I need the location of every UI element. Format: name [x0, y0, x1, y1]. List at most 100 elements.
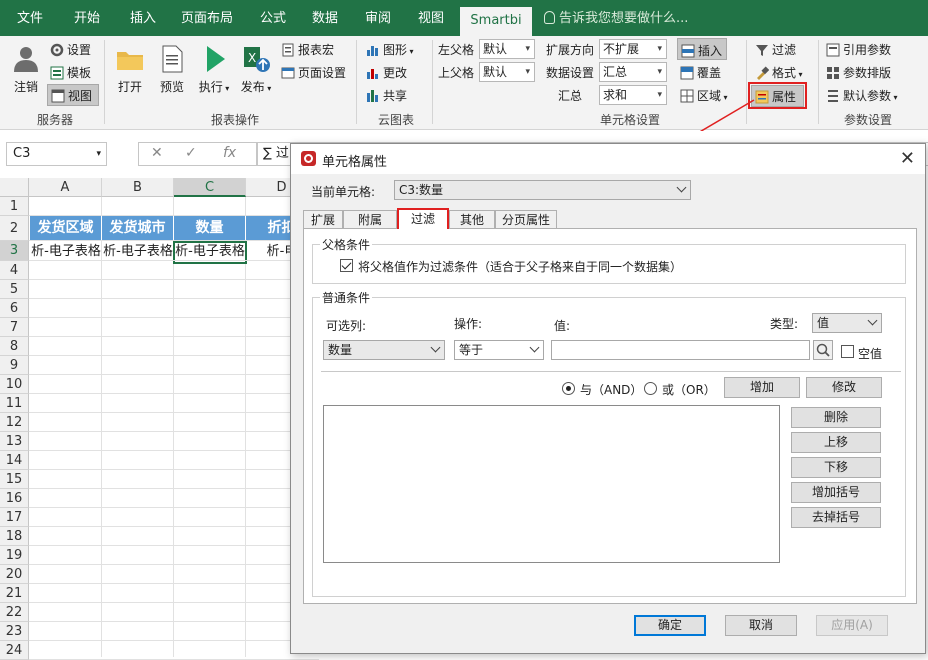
- modify-condition-button[interactable]: 修改: [806, 377, 882, 398]
- current-cell-select[interactable]: C3:数量: [394, 180, 691, 200]
- report-macro-button[interactable]: 报表宏: [281, 41, 334, 58]
- tab-expand[interactable]: 扩展: [303, 210, 343, 229]
- row-header[interactable]: 5: [0, 280, 29, 299]
- row-header[interactable]: 22: [0, 603, 29, 622]
- name-box[interactable]: C3 ▾: [6, 142, 107, 166]
- expand-direction-select[interactable]: 不扩展 ▾: [599, 39, 667, 59]
- tab-formulas[interactable]: 公式: [248, 0, 298, 36]
- open-button[interactable]: 打开: [112, 44, 148, 95]
- tab-smartbi[interactable]: Smartbi: [460, 7, 532, 36]
- tab-other[interactable]: 其他: [449, 210, 495, 229]
- row-header[interactable]: 21: [0, 584, 29, 603]
- preview-button[interactable]: 预览: [154, 44, 190, 95]
- template-button[interactable]: 模板: [50, 64, 91, 81]
- filter-button[interactable]: 过滤: [755, 41, 796, 58]
- row-header[interactable]: 18: [0, 527, 29, 546]
- header-cell[interactable]: 发货城市: [102, 216, 174, 241]
- tab-file[interactable]: 文件: [6, 0, 54, 36]
- param-layout-button[interactable]: 参数排版: [826, 64, 891, 81]
- null-value-checkbox[interactable]: [841, 345, 854, 358]
- tab-insert[interactable]: 插入: [118, 0, 168, 36]
- row-header[interactable]: 9: [0, 356, 29, 375]
- summary-label: 汇总: [558, 89, 583, 103]
- view-button[interactable]: 视图: [47, 84, 99, 106]
- row-header[interactable]: 12: [0, 413, 29, 432]
- top-parent-select[interactable]: 默认 ▾: [479, 62, 535, 82]
- tab-page-layout[interactable]: 页面布局: [174, 0, 240, 36]
- ref-param-button[interactable]: 引用参数: [826, 41, 891, 58]
- settings-button[interactable]: 设置: [50, 41, 91, 58]
- row-header[interactable]: 15: [0, 470, 29, 489]
- left-parent-select[interactable]: 默认 ▾: [479, 39, 535, 59]
- tab-attach[interactable]: 附属: [343, 210, 397, 229]
- tab-view[interactable]: 视图: [408, 0, 454, 36]
- data-cell[interactable]: 析-电子表格: [30, 242, 102, 262]
- tell-me-search[interactable]: 告诉我您想要做什么...: [544, 0, 688, 36]
- share-button[interactable]: 共享: [366, 87, 407, 104]
- row-header[interactable]: 23: [0, 622, 29, 641]
- fx-icon[interactable]: fx: [223, 145, 236, 161]
- row-header[interactable]: 6: [0, 299, 29, 318]
- row-header[interactable]: 20: [0, 565, 29, 584]
- apply-button[interactable]: 应用(A): [816, 615, 888, 636]
- graphic-button[interactable]: 图形 ▾: [366, 41, 414, 58]
- move-down-button[interactable]: 下移: [791, 457, 881, 478]
- row-header[interactable]: 13: [0, 432, 29, 451]
- add-condition-button[interactable]: 增加: [724, 377, 800, 398]
- tab-data[interactable]: 数据: [302, 0, 348, 36]
- row-header[interactable]: 11: [0, 394, 29, 413]
- cancel-icon[interactable]: ✕: [151, 145, 163, 161]
- select-all-corner[interactable]: [0, 178, 29, 197]
- type-select[interactable]: 值: [812, 313, 882, 333]
- tab-home[interactable]: 开始: [62, 0, 112, 36]
- default-param-button[interactable]: 默认参数 ▾: [826, 87, 898, 104]
- tab-page-property[interactable]: 分页属性: [495, 210, 557, 229]
- column-header-a[interactable]: A: [29, 178, 102, 197]
- check-icon[interactable]: ✓: [185, 145, 197, 161]
- cancel-button[interactable]: 取消: [725, 615, 797, 636]
- close-icon[interactable]: ✕: [900, 148, 915, 169]
- logout-button[interactable]: 注销: [6, 44, 46, 95]
- header-cell[interactable]: 数量: [174, 216, 246, 241]
- row-header[interactable]: 2: [0, 216, 29, 241]
- remove-bracket-button[interactable]: 去掉括号: [791, 507, 881, 528]
- row-header[interactable]: 4: [0, 261, 29, 280]
- row-header[interactable]: 3: [0, 241, 29, 261]
- operation-select[interactable]: 等于: [454, 340, 544, 360]
- move-up-button[interactable]: 上移: [791, 432, 881, 453]
- format-button[interactable]: 格式 ▾: [755, 64, 803, 81]
- data-setting-select[interactable]: 汇总 ▾: [599, 62, 667, 82]
- value-search-button[interactable]: [813, 340, 833, 360]
- row-header[interactable]: 8: [0, 337, 29, 356]
- and-radio[interactable]: [562, 382, 575, 395]
- publish-button[interactable]: X 发布 ▾: [238, 44, 274, 95]
- insert-mode-button[interactable]: 插入: [677, 38, 727, 60]
- page-setup-button[interactable]: 页面设置: [281, 64, 346, 81]
- row-header[interactable]: 7: [0, 318, 29, 337]
- parent-filter-checkbox[interactable]: [340, 259, 353, 272]
- value-input[interactable]: [551, 340, 810, 360]
- row-header[interactable]: 14: [0, 451, 29, 470]
- row-header[interactable]: 24: [0, 641, 29, 660]
- summary-select[interactable]: 求和 ▾: [599, 85, 667, 105]
- condition-list[interactable]: [323, 405, 780, 563]
- column-header-b[interactable]: B: [102, 178, 174, 197]
- tab-filter[interactable]: 过滤: [397, 208, 449, 229]
- delete-condition-button[interactable]: 删除: [791, 407, 881, 428]
- row-header[interactable]: 10: [0, 375, 29, 394]
- data-cell[interactable]: 析-电子表格: [102, 242, 174, 262]
- row-header[interactable]: 19: [0, 546, 29, 565]
- tab-review[interactable]: 审阅: [354, 0, 402, 36]
- header-cell[interactable]: 发货区域: [30, 216, 102, 241]
- column-header-c[interactable]: C: [174, 178, 246, 197]
- row-header[interactable]: 1: [0, 197, 29, 216]
- add-bracket-button[interactable]: 增加括号: [791, 482, 881, 503]
- row-header[interactable]: 17: [0, 508, 29, 527]
- row-header[interactable]: 16: [0, 489, 29, 508]
- cover-mode-button[interactable]: 覆盖: [680, 64, 721, 81]
- ok-button[interactable]: 确定: [634, 615, 706, 636]
- execute-button[interactable]: 执行 ▾: [196, 44, 232, 95]
- change-button[interactable]: 更改: [366, 64, 407, 81]
- or-radio[interactable]: [644, 382, 657, 395]
- column-select[interactable]: 数量: [323, 340, 445, 360]
